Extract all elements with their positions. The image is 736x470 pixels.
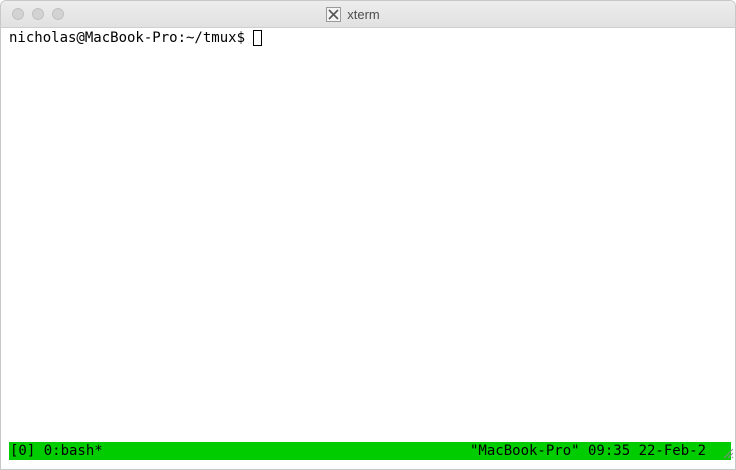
prompt-line: nicholas@MacBook-Pro:~/tmux$: [9, 30, 263, 46]
resize-grip-icon[interactable]: [722, 447, 734, 459]
title-bar[interactable]: xterm: [1, 1, 735, 28]
window-title: xterm: [347, 6, 380, 22]
text-cursor: [253, 30, 263, 46]
window-title-group: xterm: [1, 1, 735, 27]
terminal-area[interactable]: nicholas@MacBook-Pro:~/tmux$: [1, 28, 735, 441]
tmux-status-right: "MacBook-Pro" 09:35 22-Feb-2: [470, 443, 707, 459]
x11-icon: [326, 6, 342, 22]
tmux-status-bar: [0] 0:bash* "MacBook-Pro" 09:35 22-Feb-2: [9, 442, 731, 460]
xterm-window: xterm nicholas@MacBook-Pro:~/tmux$ [0] 0…: [0, 0, 736, 470]
minimize-button[interactable]: [32, 8, 44, 20]
zoom-button[interactable]: [52, 8, 64, 20]
tmux-window-list: [0] 0:bash*: [10, 443, 103, 459]
close-button[interactable]: [12, 8, 24, 20]
shell-prompt: nicholas@MacBook-Pro:~/tmux$: [9, 30, 246, 46]
